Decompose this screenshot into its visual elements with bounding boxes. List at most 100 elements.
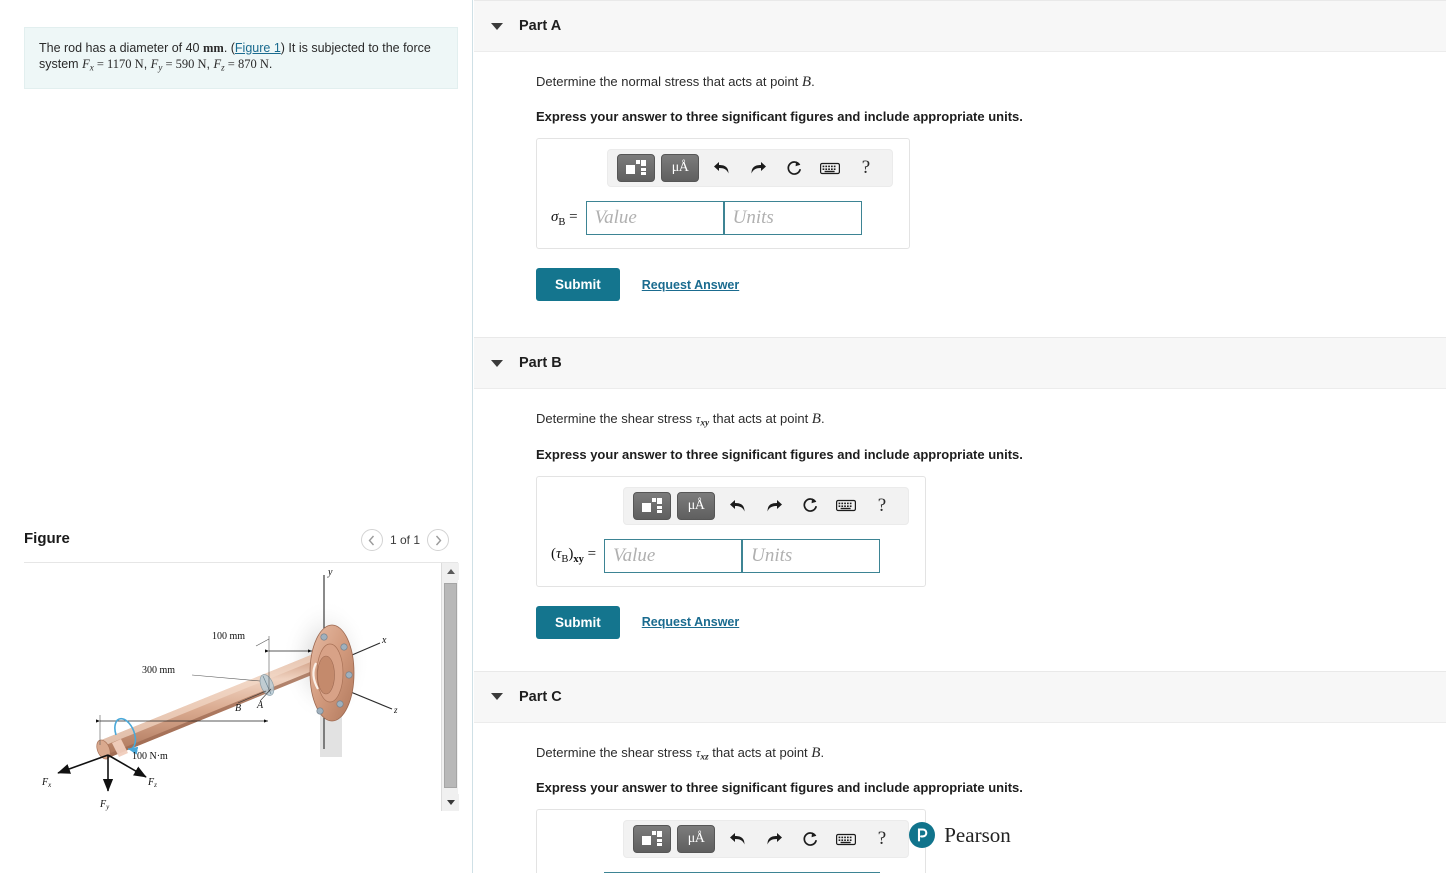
reset-circle-icon <box>786 160 801 175</box>
keyboard-icon <box>820 162 840 174</box>
answer-box-b: μÅ ? (τB)xy = Value Units <box>536 475 926 587</box>
request-answer-link-a[interactable]: Request Answer <box>642 278 739 292</box>
flange-bolt <box>340 643 348 651</box>
collapse-caret-icon-a[interactable] <box>491 22 503 30</box>
part-label-b: Part B <box>519 355 562 371</box>
flange <box>309 624 355 722</box>
pearson-wordmark: Pearson <box>944 822 1011 847</box>
figure-viewport: y x z 100 mm 300 mm B A 100 N·m Fx Fy Fz <box>24 562 459 811</box>
undo-button-b[interactable] <box>721 492 755 520</box>
fz-symbol: F <box>213 57 222 71</box>
scroll-down-arrow-icon <box>446 800 455 805</box>
submit-button-a[interactable]: Submit <box>536 268 620 301</box>
force-x-label: Fx <box>41 777 52 789</box>
units-button-b[interactable]: μÅ <box>677 491 715 520</box>
scroll-up-arrow-icon <box>446 569 455 574</box>
figure-next-button[interactable] <box>427 529 449 551</box>
part-header-a[interactable]: Part A <box>474 0 1446 52</box>
sep1: , <box>143 57 151 71</box>
eq3: = <box>224 57 238 71</box>
scroll-up-button[interactable] <box>442 563 459 580</box>
math-template-icon <box>642 497 662 513</box>
figure-image[interactable]: y x z 100 mm 300 mm B A 100 N·m Fx Fy Fz <box>24 563 438 811</box>
fy-value: 590 N <box>175 57 207 71</box>
equals-b: = <box>583 546 597 563</box>
question-b-sym-sub: xy <box>700 418 710 429</box>
eq2: = <box>162 57 176 71</box>
math-template-icon <box>626 160 646 175</box>
undo-button-a[interactable] <box>705 154 739 182</box>
reset-button-a[interactable] <box>777 154 811 182</box>
rod-diagram-svg: y x z 100 mm 300 mm B A 100 N·m Fx Fy Fz <box>41 567 398 811</box>
pearson-logo-icon <box>909 822 936 848</box>
keyboard-button-b[interactable] <box>829 492 863 520</box>
question-c-mid: that acts at point <box>708 744 812 760</box>
help-question-icon: ? <box>861 157 871 178</box>
value-input-a[interactable] <box>585 201 724 235</box>
part-body-b: Determine the shear stress τxy that acts… <box>474 389 1446 639</box>
dim-300-label: 300 mm <box>142 665 175 676</box>
question-c-post: . <box>820 744 825 760</box>
question-b-mid: that acts at point <box>709 411 812 426</box>
reset-button-b[interactable] <box>793 492 827 520</box>
figure-page-count: 1 of 1 <box>389 533 420 547</box>
problem-statement-box: The rod has a diameter of 40 mm. (Figure… <box>24 27 458 89</box>
math-template-button-a[interactable] <box>617 154 655 182</box>
mu-angstrom-icon: μÅ <box>687 497 705 513</box>
problem-text-part1: The rod has a diameter of 40 <box>39 41 203 55</box>
figure-prev-button[interactable] <box>360 529 383 551</box>
redo-button-a[interactable] <box>741 154 775 182</box>
flange-bolt <box>336 700 344 708</box>
units-input-a[interactable] <box>723 201 862 235</box>
value-input-b[interactable] <box>604 538 743 573</box>
problem-statement-text: The rod has a diameter of 40 mm. (Figure… <box>39 40 443 76</box>
answer-input-row-b: (τB)xy = <box>551 538 909 573</box>
force-z-label: Fz <box>147 777 157 789</box>
help-question-icon: ? <box>877 494 887 516</box>
redo-button-b[interactable] <box>757 492 791 520</box>
torque-label: 100 N·m <box>132 751 168 762</box>
keyboard-button-a[interactable] <box>813 154 847 182</box>
scrollbar-thumb[interactable] <box>444 583 457 788</box>
axis-x-label: x <box>381 635 387 646</box>
point-b-label: B <box>235 703 241 714</box>
dim-300-leader <box>191 674 261 682</box>
collapse-caret-icon-c[interactable] <box>491 693 503 701</box>
rod-body <box>96 653 324 760</box>
units-input-b[interactable] <box>742 538 881 573</box>
collapse-caret-icon-b[interactable] <box>491 359 503 367</box>
part-body-a: Determine the normal stress that acts at… <box>474 52 1446 301</box>
flange-bolt <box>320 633 328 641</box>
var-sub2-b: xy <box>573 554 584 566</box>
submit-button-b[interactable]: Submit <box>536 605 620 639</box>
question-text-a: Determine the normal stress that acts at… <box>536 74 1446 91</box>
figure-1-link[interactable]: Figure 1 <box>235 41 281 55</box>
force-x-arrow <box>57 754 109 774</box>
request-answer-link-b[interactable]: Request Answer <box>642 615 739 629</box>
left-panel: The rod has a diameter of 40 mm. (Figure… <box>0 0 473 873</box>
math-template-button-b[interactable] <box>633 491 671 520</box>
part-header-c[interactable]: Part C <box>474 670 1446 723</box>
variable-label-b: (τB)xy = <box>551 546 597 566</box>
instruction-c: Express your answer to three significant… <box>536 780 1023 796</box>
question-b-pre: Determine the shear stress <box>536 411 696 426</box>
help-button-b[interactable]: ? <box>865 492 899 520</box>
flange-bolt <box>345 671 353 679</box>
help-button-a[interactable]: ? <box>849 154 883 182</box>
variable-label-a: σB = <box>551 209 578 228</box>
question-text-c: Determine the shear stress τxz that acts… <box>536 745 1446 763</box>
fz-value: 870 N <box>237 57 269 71</box>
units-button-a[interactable]: μÅ <box>661 154 699 182</box>
figure-scrollbar[interactable] <box>441 563 459 811</box>
pearson-p-glyph <box>918 828 928 842</box>
dim-100-label: 100 mm <box>212 631 245 642</box>
flange-bolt <box>316 707 324 715</box>
question-b-point: B <box>811 411 821 427</box>
figure-title: Figure <box>24 530 70 547</box>
answer-toolbar-a: μÅ ? <box>607 149 893 187</box>
part-header-b[interactable]: Part B <box>474 337 1446 389</box>
undo-arrow-icon <box>714 162 729 174</box>
undo-arrow-icon <box>730 499 745 512</box>
right-panel: Part A Determine the normal stress that … <box>474 0 1446 873</box>
scroll-down-button[interactable] <box>442 794 459 811</box>
